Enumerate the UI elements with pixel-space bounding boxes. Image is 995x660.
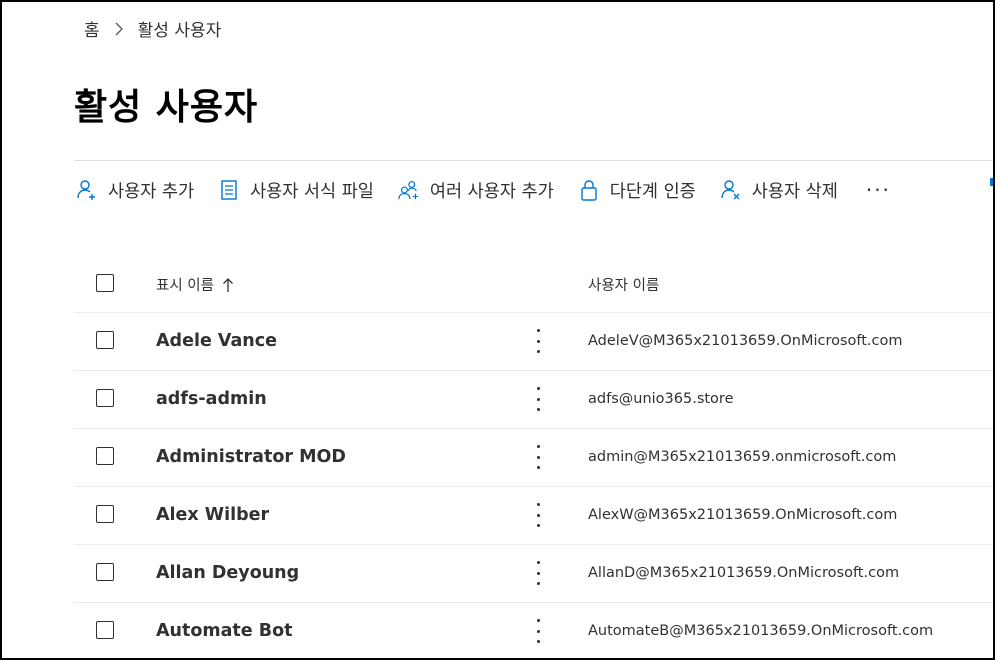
username-cell: AutomateB@M365x21013659.OnMicrosoft.com xyxy=(588,623,934,639)
add-multiple-users-button[interactable]: 여러 사용자 추가 xyxy=(396,168,556,212)
column-header-display-name-label: 표시 이름 xyxy=(156,278,214,294)
more-vertical-icon[interactable] xyxy=(530,387,546,411)
row-checkbox[interactable] xyxy=(96,563,114,581)
username-cell: adfs@unio365.store xyxy=(588,391,734,407)
column-header-username[interactable]: 사용자 이름 xyxy=(588,274,659,295)
add-multiple-users-label: 여러 사용자 추가 xyxy=(429,181,554,202)
table-header: 표시 이름 사용자 이름 xyxy=(74,256,993,313)
more-vertical-icon[interactable] xyxy=(530,503,546,527)
people-add-icon xyxy=(398,179,420,201)
username-cell: admin@M365x21013659.onmicrosoft.com xyxy=(588,449,897,465)
delete-user-label: 사용자 삭제 xyxy=(751,181,838,202)
sort-ascending-icon xyxy=(222,277,234,293)
row-checkbox[interactable] xyxy=(96,389,114,407)
table-row[interactable]: Alex Wilber AlexW@M365x21013659.OnMicros… xyxy=(74,487,993,545)
display-name-link[interactable]: Administrator MOD xyxy=(156,447,346,467)
mfa-label: 다단계 인증 xyxy=(609,181,696,202)
toolbar-overflow-edge xyxy=(990,178,993,186)
user-template-button[interactable]: 사용자 서식 파일 xyxy=(216,168,376,212)
breadcrumb-home[interactable]: 홈 xyxy=(84,16,100,41)
table-row[interactable]: Administrator MOD admin@M365x21013659.on… xyxy=(74,429,993,487)
table-row[interactable]: Allan Deyoung AllanD@M365x21013659.OnMic… xyxy=(74,545,993,603)
chevron-right-icon xyxy=(114,22,124,36)
table-row[interactable]: Adele Vance AdeleV@M365x21013659.OnMicro… xyxy=(74,313,993,371)
toolbar-divider xyxy=(74,160,993,161)
table-row[interactable]: Automate Bot AutomateB@M365x21013659.OnM… xyxy=(74,603,993,658)
display-name-link[interactable]: Alex Wilber xyxy=(156,505,269,525)
row-checkbox[interactable] xyxy=(96,505,114,523)
display-name-link[interactable]: Allan Deyoung xyxy=(156,563,299,583)
mfa-button[interactable]: 다단계 인증 xyxy=(576,168,698,212)
add-person-icon xyxy=(76,179,98,201)
more-vertical-icon[interactable] xyxy=(530,445,546,469)
more-vertical-icon[interactable] xyxy=(530,561,546,585)
add-user-label: 사용자 추가 xyxy=(108,181,195,202)
command-bar: 사용자 추가 사용자 서식 파일 여러 사용자 추가 다단계 인증 사용자 삭제 xyxy=(74,168,891,212)
username-cell: AlexW@M365x21013659.OnMicrosoft.com xyxy=(588,507,898,523)
document-icon xyxy=(218,179,240,201)
delete-user-button[interactable]: 사용자 삭제 xyxy=(718,168,840,212)
row-checkbox[interactable] xyxy=(96,621,114,639)
page-title: 활성 사용자 xyxy=(74,87,259,128)
breadcrumb: 홈 활성 사용자 xyxy=(84,16,221,41)
select-all-checkbox[interactable] xyxy=(96,274,114,292)
display-name-link[interactable]: Automate Bot xyxy=(156,621,293,641)
add-user-button[interactable]: 사용자 추가 xyxy=(74,168,196,212)
remove-person-icon xyxy=(720,179,742,201)
row-checkbox[interactable] xyxy=(96,331,114,349)
breadcrumb-current: 활성 사용자 xyxy=(137,21,222,41)
more-vertical-icon[interactable] xyxy=(530,619,546,643)
row-checkbox[interactable] xyxy=(96,447,114,465)
lock-icon xyxy=(578,179,600,201)
table-row[interactable]: adfs-admin adfs@unio365.store xyxy=(74,371,993,429)
username-cell: AdeleV@M365x21013659.OnMicrosoft.com xyxy=(588,333,903,349)
more-vertical-icon[interactable] xyxy=(530,329,546,353)
column-header-display-name[interactable]: 표시 이름 xyxy=(156,274,234,295)
display-name-link[interactable]: Adele Vance xyxy=(156,331,277,351)
users-table: 표시 이름 사용자 이름 Adele Vance AdeleV@M365x210… xyxy=(74,256,993,658)
username-cell: AllanD@M365x21013659.OnMicrosoft.com xyxy=(588,565,900,581)
user-template-label: 사용자 서식 파일 xyxy=(250,181,374,202)
more-options-button[interactable]: ··· xyxy=(866,178,891,202)
display-name-link[interactable]: adfs-admin xyxy=(156,389,267,409)
app-frame: 홈 활성 사용자 활성 사용자 사용자 추가 사용자 서식 파일 여러 사용자 … xyxy=(0,0,995,660)
